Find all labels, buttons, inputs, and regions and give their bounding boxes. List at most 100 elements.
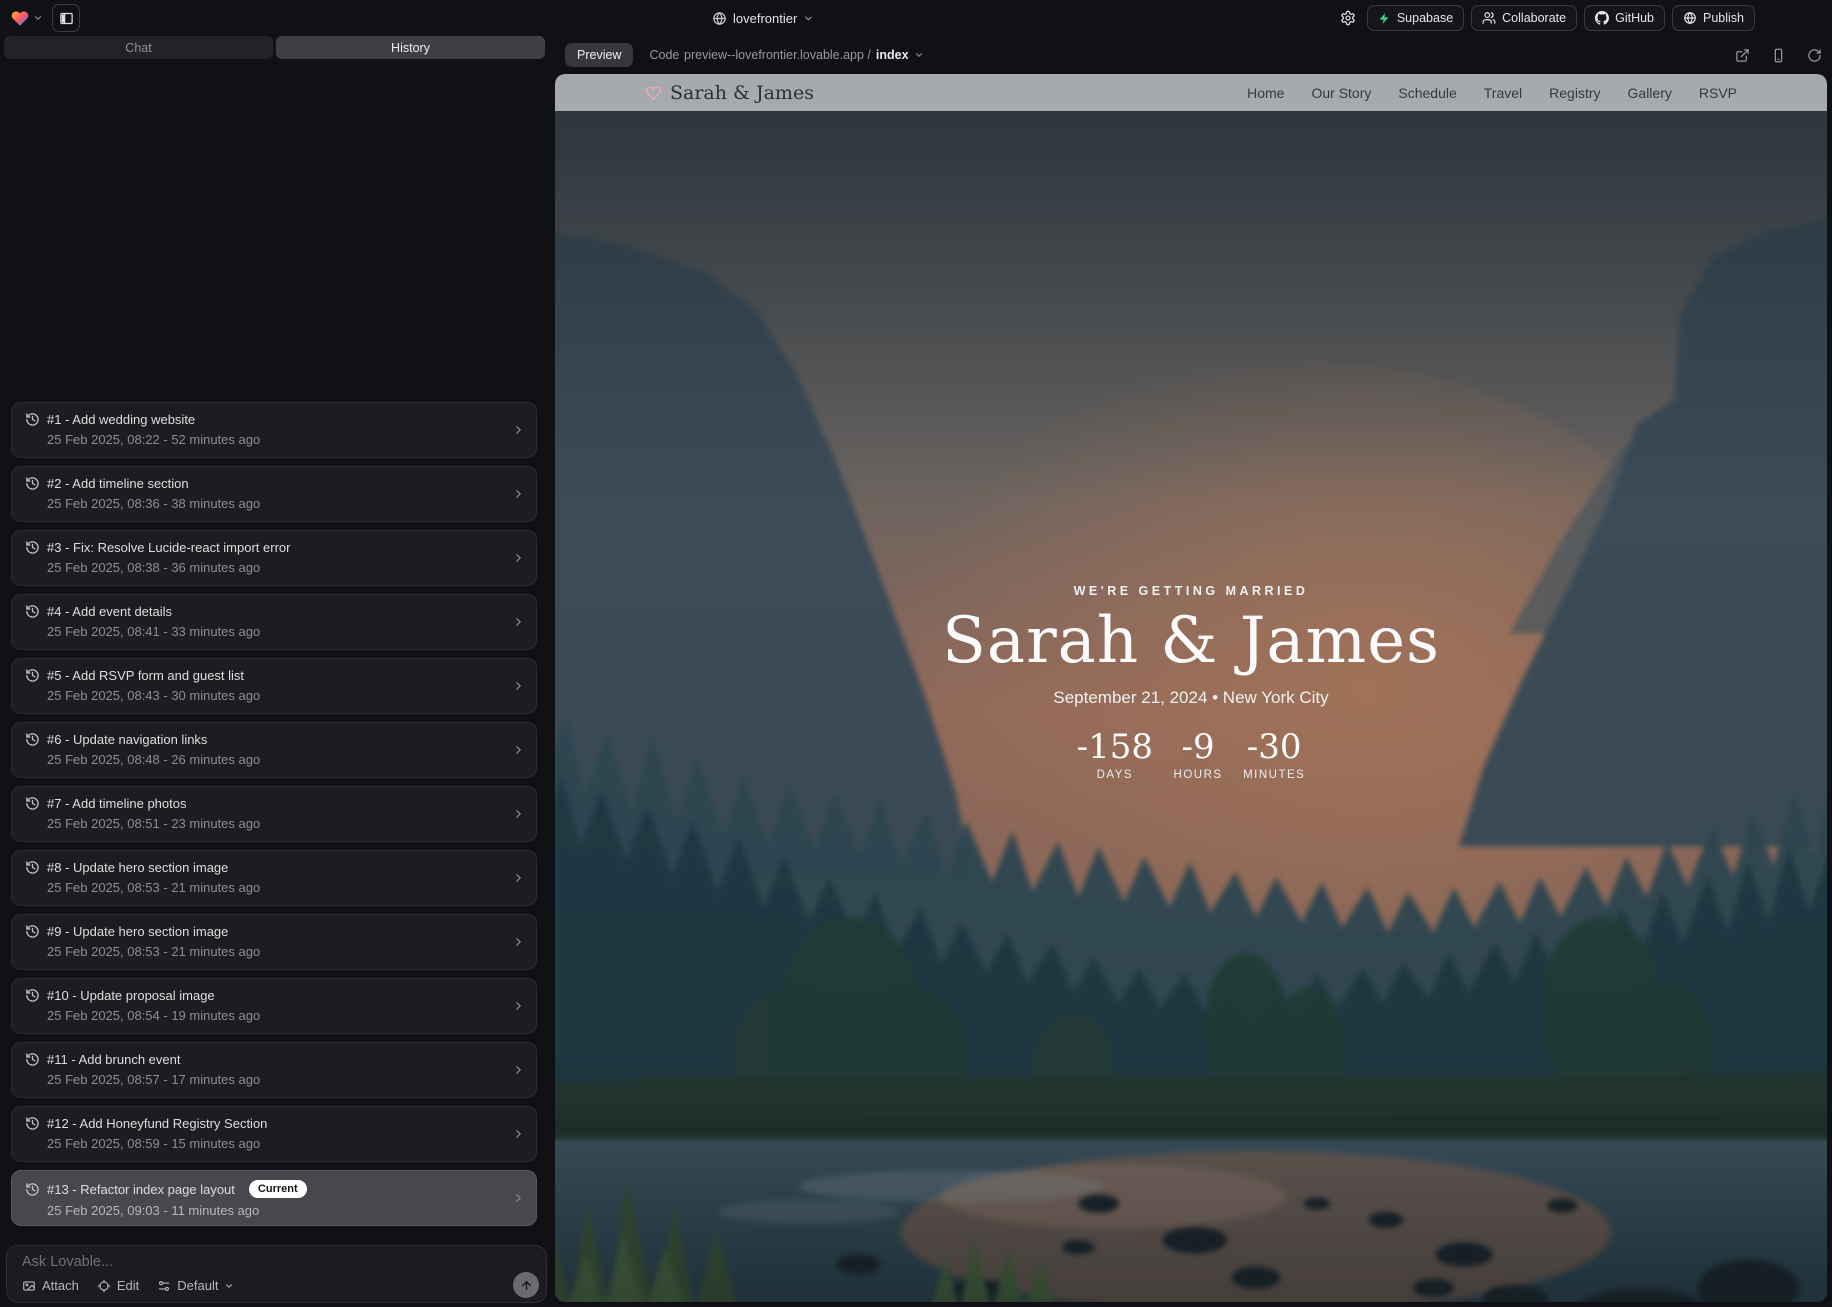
history-item[interactable]: #5 - Add RSVP form and guest list 25 Feb… [11, 658, 537, 714]
collaborate-button[interactable]: Collaborate [1471, 5, 1577, 31]
gear-icon [1340, 10, 1356, 26]
nav-link-gallery[interactable]: Gallery [1628, 85, 1672, 101]
history-item-timestamp: 25 Feb 2025, 08:43 - 30 minutes ago [47, 688, 506, 703]
history-item-title: #1 - Add wedding website [47, 412, 195, 427]
lovable-logo-menu[interactable] [10, 9, 43, 28]
history-item-timestamp: 25 Feb 2025, 09:03 - 11 minutes ago [47, 1203, 506, 1218]
history-icon [25, 412, 40, 427]
supabase-label: Supabase [1397, 11, 1453, 25]
chevron-right-icon [512, 808, 525, 821]
history-item[interactable]: #7 - Add timeline photos 25 Feb 2025, 08… [11, 786, 537, 842]
history-icon [25, 924, 40, 939]
edit-label: Edit [117, 1278, 139, 1293]
history-item-header: #2 - Add timeline section [25, 476, 506, 491]
countdown: -158DAYS-9HOURS-30MINUTES [1077, 730, 1306, 781]
project-name: lovefrontier [733, 11, 797, 26]
tab-chat[interactable]: Chat [4, 36, 273, 59]
nav-link-home[interactable]: Home [1247, 85, 1284, 101]
history-item[interactable]: #13 - Refactor index page layout Current… [11, 1170, 537, 1226]
history-item-title: #13 - Refactor index page layout [47, 1182, 235, 1197]
history-item[interactable]: #1 - Add wedding website 25 Feb 2025, 08… [11, 402, 537, 458]
external-link-icon [1735, 48, 1750, 63]
refresh-button[interactable] [1807, 48, 1822, 63]
mode-label: Default [177, 1278, 218, 1293]
site-nav: Home Our Story Schedule Travel Registry Galle… [1247, 85, 1737, 101]
history-icon [25, 540, 40, 555]
supabase-button[interactable]: Supabase [1367, 5, 1464, 31]
attach-button[interactable]: Attach [22, 1278, 79, 1293]
github-button[interactable]: GitHub [1584, 5, 1665, 31]
history-item-header: #8 - Update hero section image [25, 860, 506, 875]
supabase-icon [1378, 12, 1391, 25]
sidebar-toggle-button[interactable] [52, 4, 80, 32]
github-label: GitHub [1615, 11, 1654, 25]
history-icon [25, 796, 40, 811]
panel-left-icon [59, 11, 74, 26]
site-logo[interactable]: Sarah & James [645, 82, 814, 104]
history-item-header: #7 - Add timeline photos [25, 796, 506, 811]
current-badge: Current [249, 1180, 307, 1198]
chevron-right-icon [512, 1128, 525, 1141]
chevron-right-icon [512, 552, 525, 565]
hero-title: Sarah & James [942, 604, 1440, 678]
nav-link-schedule[interactable]: Schedule [1398, 85, 1456, 101]
smartphone-icon [1771, 48, 1786, 63]
chevron-right-icon [512, 1000, 525, 1013]
history-item[interactable]: #9 - Update hero section image 25 Feb 20… [11, 914, 537, 970]
publish-button[interactable]: Publish [1672, 5, 1755, 31]
countdown-label: HOURS [1174, 769, 1223, 781]
history-list: #1 - Add wedding website 25 Feb 2025, 08… [11, 402, 537, 1226]
history-item[interactable]: #11 - Add brunch event 25 Feb 2025, 08:5… [11, 1042, 537, 1098]
history-item[interactable]: #3 - Fix: Resolve Lucide-react import er… [11, 530, 537, 586]
settings-button[interactable] [1336, 5, 1360, 31]
tab-history[interactable]: History [276, 36, 545, 59]
history-item[interactable]: #6 - Update navigation links 25 Feb 2025… [11, 722, 537, 778]
history-icon [25, 988, 40, 1003]
chevron-right-icon [512, 680, 525, 693]
project-selector[interactable]: lovefrontier [712, 0, 814, 36]
sliders-icon [157, 1279, 171, 1293]
history-item-title: #8 - Update hero section image [47, 860, 228, 875]
history-item-timestamp: 25 Feb 2025, 08:48 - 26 minutes ago [47, 752, 506, 767]
history-item-timestamp: 25 Feb 2025, 08:57 - 17 minutes ago [47, 1072, 506, 1087]
history-item[interactable]: #4 - Add event details 25 Feb 2025, 08:4… [11, 594, 537, 650]
preview-url-selector[interactable]: preview--lovefrontier.lovable.app / inde… [684, 36, 924, 74]
send-button[interactable] [513, 1272, 539, 1298]
preview-toolbar-icons [1735, 36, 1822, 74]
composer-actions: Attach Edit Default [22, 1278, 234, 1293]
history-item-title: #9 - Update hero section image [47, 924, 228, 939]
nav-link-rsvp[interactable]: RSVP [1699, 85, 1737, 101]
open-external-button[interactable] [1735, 48, 1750, 63]
nav-link-our-story[interactable]: Our Story [1311, 85, 1371, 101]
chat-history-panel: Chat History #1 - Add wedding website 25… [0, 36, 555, 1307]
tab-preview[interactable]: Preview [565, 43, 633, 67]
mobile-view-button[interactable] [1771, 48, 1786, 63]
nav-link-registry[interactable]: Registry [1549, 85, 1600, 101]
prompt-input[interactable]: Ask Lovable... [22, 1254, 113, 1270]
crosshair-icon [97, 1279, 111, 1293]
lovable-heart-icon [10, 9, 30, 28]
history-item-title: #4 - Add event details [47, 604, 172, 619]
countdown-item: -30MINUTES [1243, 730, 1305, 781]
history-item-header: #3 - Fix: Resolve Lucide-react import er… [25, 540, 506, 555]
edit-mode-button[interactable]: Edit [97, 1278, 139, 1293]
countdown-item: -158DAYS [1077, 730, 1153, 781]
history-item-title: #6 - Update navigation links [47, 732, 207, 747]
chevron-right-icon [512, 936, 525, 949]
history-item-title: #10 - Update proposal image [47, 988, 215, 1003]
history-item[interactable]: #12 - Add Honeyfund Registry Section 25 … [11, 1106, 537, 1162]
history-item-title: #11 - Add brunch event [47, 1052, 180, 1067]
chevron-down-icon [33, 13, 43, 23]
prompt-composer[interactable]: Ask Lovable... Attach Edit Default [6, 1245, 547, 1303]
history-item[interactable]: #2 - Add timeline section 25 Feb 2025, 0… [11, 466, 537, 522]
history-icon [25, 668, 40, 683]
nav-link-travel[interactable]: Travel [1484, 85, 1522, 101]
site-header: Sarah & James Home Our Story Schedule Trave… [555, 74, 1827, 111]
model-mode-selector[interactable]: Default [157, 1278, 234, 1293]
history-item[interactable]: #10 - Update proposal image 25 Feb 2025,… [11, 978, 537, 1034]
history-item[interactable]: #8 - Update hero section image 25 Feb 20… [11, 850, 537, 906]
preview-viewport: Sarah & James Home Our Story Schedule Trave… [555, 74, 1827, 1302]
history-item-header: #5 - Add RSVP form and guest list [25, 668, 506, 683]
publish-globe-icon [1683, 11, 1697, 25]
heart-outline-icon [645, 85, 662, 101]
